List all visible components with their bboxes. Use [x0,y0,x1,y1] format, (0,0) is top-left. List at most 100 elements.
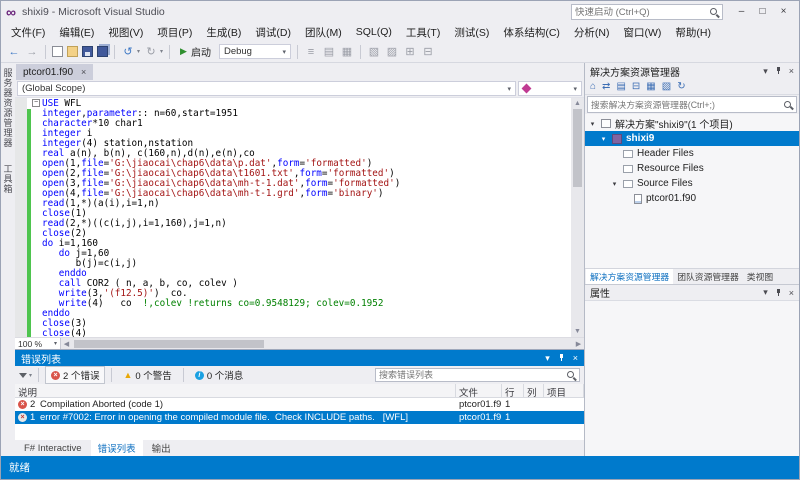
horizontal-scrollbar-thumb[interactable] [74,340,264,348]
step-commands-icon[interactable]: ≡ [304,45,318,59]
breakpoint-margin[interactable] [15,119,27,129]
solution-explorer-titlebar[interactable]: 解决方案资源管理器 ▾ × [585,63,799,79]
menu-item[interactable]: 团队(M) [298,23,349,42]
pin-icon[interactable] [775,67,782,75]
save-icon[interactable] [82,46,93,57]
solution-explorer-search-box[interactable] [587,96,797,113]
breakpoint-margin[interactable] [15,249,27,259]
breakpoint-margin[interactable] [15,189,27,199]
uncomment-icon[interactable]: ▨ [385,45,399,59]
breakpoint-margin[interactable] [15,199,27,209]
error-row[interactable]: ×2Compilation Aborted (code 1)ptcor01.f9… [15,398,584,411]
errors-filter-button[interactable]: × 2 个错误 [45,366,105,384]
breakpoint-commands-icon[interactable]: ▤ [322,45,336,59]
column-header[interactable]: 文件 [456,384,502,397]
side-tab[interactable]: 服务器资源管理器 [2,68,15,148]
scope-dropdown[interactable]: (Global Scope) ▾ [17,81,516,96]
code-line[interactable]: close(2) [15,229,571,239]
tree-expander-icon[interactable]: ▾ [588,120,597,128]
breakpoint-margin[interactable] [15,269,27,279]
properties-icon[interactable]: ▧ [662,81,671,93]
panel-tab[interactable]: F# Interactive [17,442,89,455]
minimize-button[interactable]: – [731,4,752,20]
menu-item[interactable]: 窗口(W) [617,23,669,42]
panel-tab[interactable]: 团队资源管理器 [673,269,743,284]
filter-dropdown-icon[interactable]: ▾ [29,372,32,379]
breakpoint-margin[interactable] [15,309,27,319]
warnings-filter-button[interactable]: ▲ 0 个警告 [118,367,176,383]
pending-changes-icon[interactable]: ▤ [616,81,625,93]
tree-item[interactable]: ▾shixi9 [585,131,799,146]
outdent-icon[interactable]: ⊟ [421,45,435,59]
breakpoint-margin[interactable] [15,279,27,289]
error-list-search-input[interactable] [379,370,563,380]
quick-launch-box[interactable] [571,4,723,20]
find-in-files-icon[interactable]: ▦ [340,45,354,59]
open-file-icon[interactable] [67,46,78,57]
menu-item[interactable]: 帮助(H) [668,23,718,42]
scroll-down-icon[interactable]: ▼ [571,326,584,337]
collapse-region-icon[interactable]: − [32,99,40,107]
save-all-icon[interactable] [97,46,108,57]
scroll-up-icon[interactable]: ▲ [571,98,584,109]
menu-item[interactable]: 项目(P) [150,23,199,42]
properties-titlebar[interactable]: 属性 ▾ × [585,284,799,300]
panel-tab[interactable]: 错误列表 [91,440,143,456]
code-line[interactable]: read(2,*)((c(i,j),i=1,160),j=1,n) [15,219,571,229]
scrollbar-thumb[interactable] [573,109,582,187]
pin-icon[interactable] [558,354,565,362]
quick-launch-input[interactable] [575,7,706,18]
code-line[interactable]: b(j)=c(i,j) [15,259,571,269]
menu-item[interactable]: 编辑(E) [52,23,101,42]
column-header[interactable]: 说明 [15,384,456,397]
code-line[interactable]: write(4) co !,colev !returns co=0.954812… [15,299,571,309]
tab-close-icon[interactable]: × [81,67,86,77]
breakpoint-margin[interactable] [15,169,27,179]
messages-filter-button[interactable]: i 0 个消息 [190,367,248,383]
vertical-scrollbar[interactable]: ▲ ▼ [571,98,584,337]
zoom-control[interactable]: 100 % ▾ [15,338,61,350]
tree-item[interactable]: ▾解决方案"shixi9"(1 个项目) [585,116,799,131]
breakpoint-margin[interactable] [15,109,27,119]
menu-item[interactable]: 视图(V) [101,23,150,42]
tree-item[interactable]: Resource Files [585,161,799,176]
side-tab[interactable]: 工具箱 [2,164,15,194]
tree-item[interactable]: ▾Source Files [585,176,799,191]
error-list-search-box[interactable] [375,368,580,382]
close-icon[interactable]: × [573,353,578,363]
switch-views-icon[interactable]: ⇄ [602,81,610,93]
redo-dropdown-icon[interactable]: ▾ [160,48,163,55]
breakpoint-margin[interactable] [15,179,27,189]
code-line[interactable]: close(4) [15,329,571,337]
pin-icon[interactable] [775,289,782,297]
window-position-icon[interactable]: ▾ [545,353,550,364]
scroll-left-icon[interactable]: ◀ [61,340,72,348]
breakpoint-margin[interactable] [15,299,27,309]
scroll-right-icon[interactable]: ▶ [573,340,584,348]
breakpoint-margin[interactable] [15,329,27,337]
error-list-titlebar[interactable]: 错误列表 ▾ × [15,350,584,366]
column-header[interactable]: 项目 [544,384,584,397]
solution-explorer-search-input[interactable] [591,100,781,110]
panel-tab[interactable]: 类视图 [743,269,777,284]
comment-icon[interactable]: ▧ [367,45,381,59]
close-icon[interactable]: × [789,288,794,298]
window-position-icon[interactable]: ▾ [763,66,768,77]
solution-configuration-combo[interactable]: Debug ▾ [219,44,291,59]
menu-item[interactable]: 工具(T) [399,23,447,42]
breakpoint-margin[interactable] [15,219,27,229]
menu-item[interactable]: 测试(S) [447,23,496,42]
menu-item[interactable]: 文件(F) [4,23,52,42]
menu-item[interactable]: 生成(B) [199,23,248,42]
show-all-files-icon[interactable]: ▦ [646,81,655,93]
menu-item[interactable]: 分析(N) [567,23,617,42]
breakpoint-margin[interactable] [15,259,27,269]
breakpoint-margin[interactable] [15,289,27,299]
menu-item[interactable]: 调试(D) [248,23,298,42]
column-header[interactable]: 行 [502,384,524,397]
breakpoint-margin[interactable] [15,239,27,249]
document-tab-ptcor01[interactable]: ptcor01.f90 × [16,64,93,80]
breakpoint-margin[interactable] [15,99,27,109]
tree-expander-icon[interactable]: ▾ [599,135,608,143]
breakpoint-margin[interactable] [15,149,27,159]
